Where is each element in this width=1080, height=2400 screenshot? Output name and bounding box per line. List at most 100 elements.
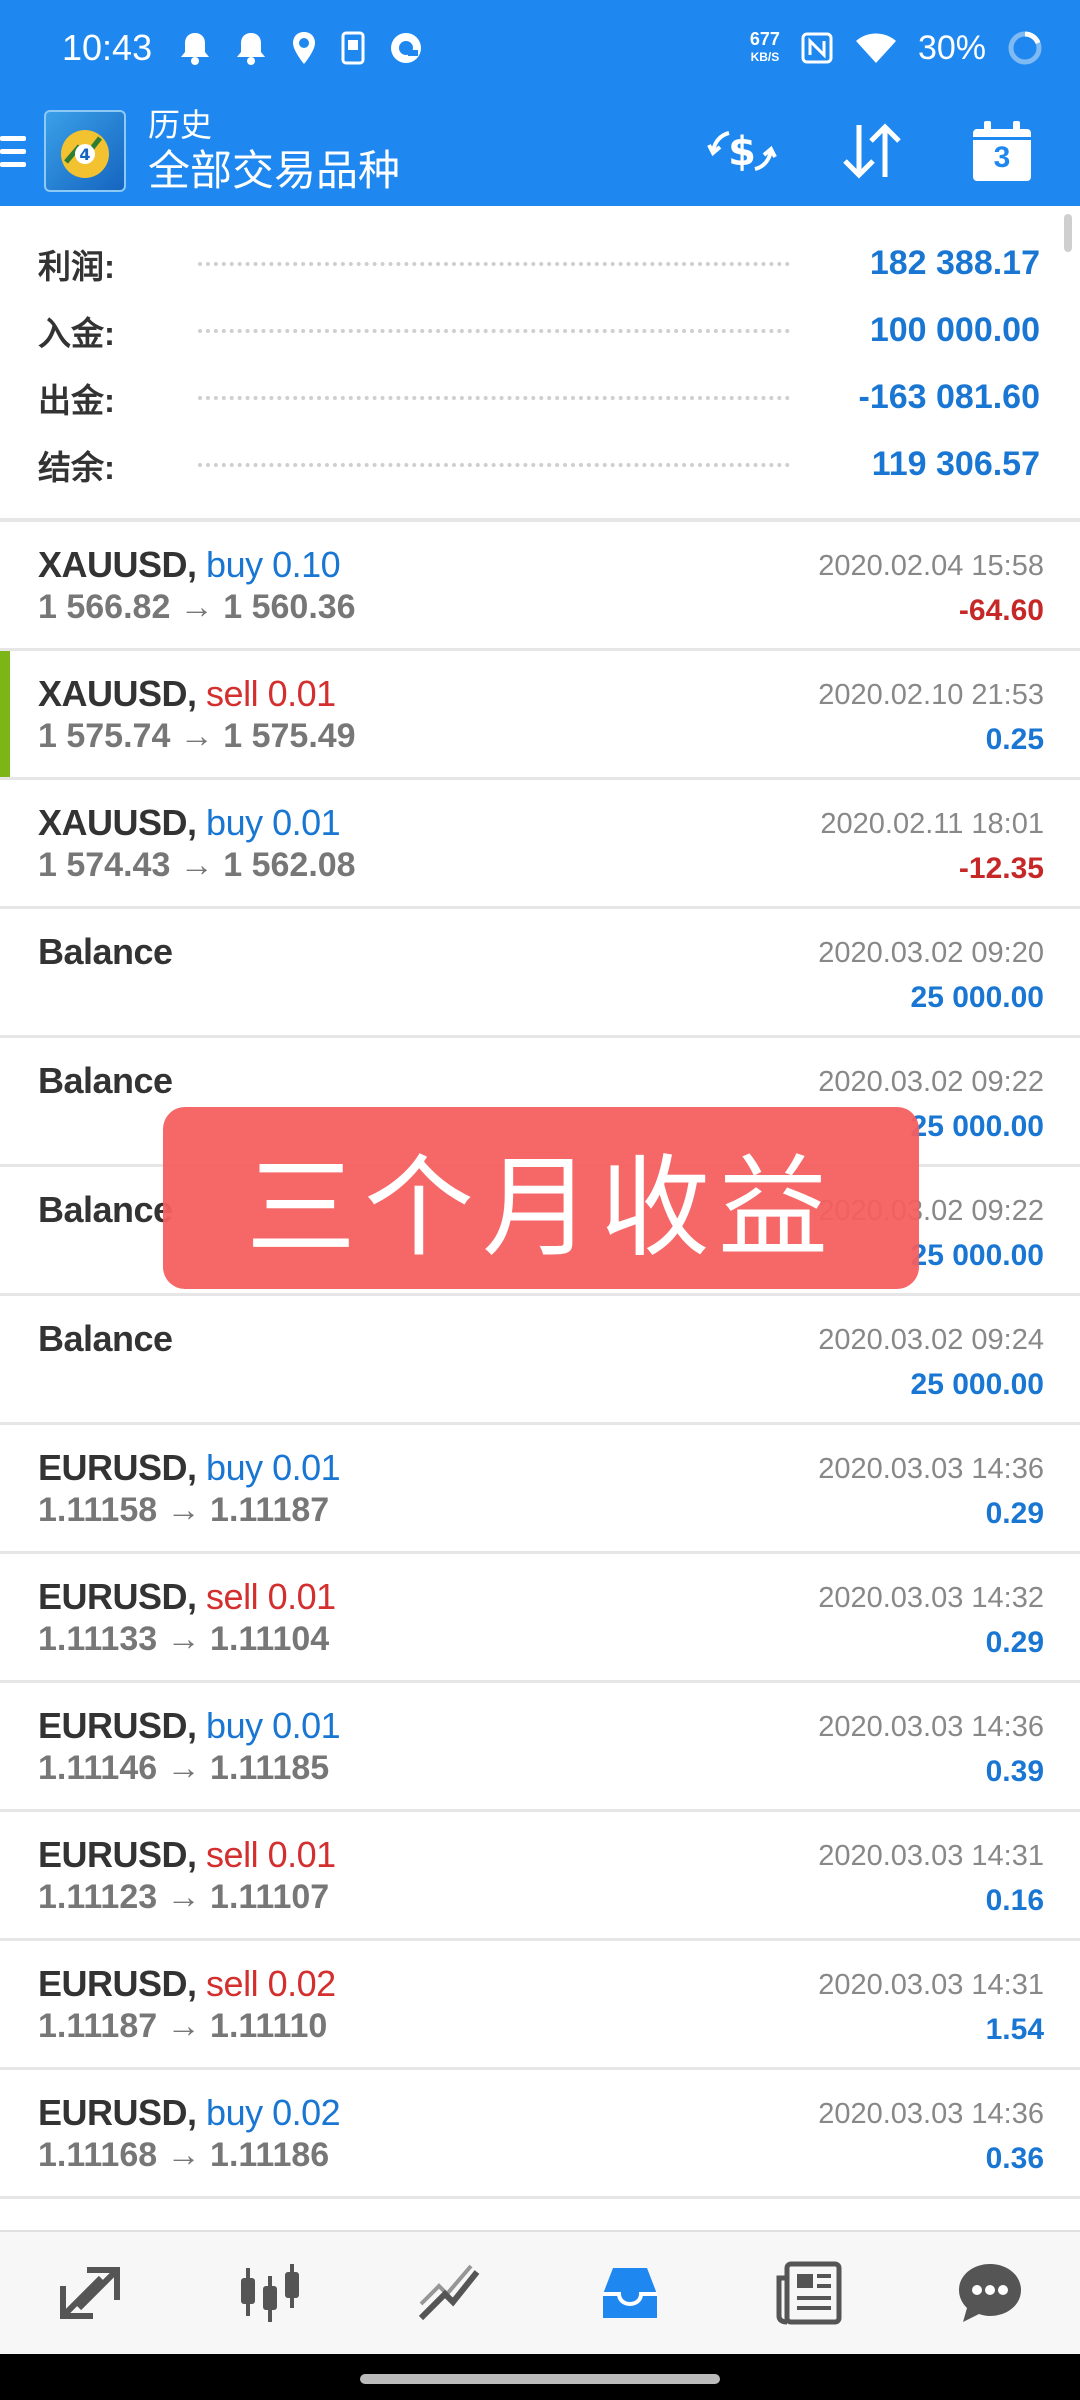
summary-row-profit: 利润: 182 388.17 <box>38 244 1040 285</box>
trade-profit: 25 000.00 <box>910 981 1044 1014</box>
nav-trade[interactable] <box>405 2248 495 2338</box>
trade-title: Balance <box>38 1189 173 1231</box>
trade-side: sell 0.01 <box>206 1834 336 1875</box>
summary-row-balance: 结余: 119 306.57 <box>38 445 1040 486</box>
trade-row[interactable]: EURUSD, buy 0.01 1.11158 → 1.11187 2020.03… <box>0 1425 1080 1554</box>
trade-title: EURUSD, sell 0.01 <box>38 1834 336 1876</box>
notification-bell-icon <box>237 33 266 65</box>
deposit-filter-button[interactable]: $ <box>702 111 782 191</box>
trade-title: Balance <box>38 931 173 973</box>
sim-icon <box>341 31 365 65</box>
trade-side: buy 0.01 <box>206 802 341 843</box>
trade-history-list: XAUUSD, buy 0.10 1 566.82 → 1 560.36 2020.… <box>0 522 1080 2199</box>
trade-row[interactable]: EURUSD, sell 0.01 1.11133 → 1.11104 2020.0… <box>0 1554 1080 1683</box>
deposit-value: 100 000.00 <box>869 311 1040 349</box>
calendar-button[interactable]: 3 <box>962 111 1042 191</box>
gesture-bar <box>0 2354 1080 2400</box>
trade-time: 2020.03.03 14:31 <box>818 1840 1044 1872</box>
overlay-banner: 三个月收益 <box>163 1107 919 1289</box>
app-logo: 4 <box>44 110 126 192</box>
nfc-icon <box>801 32 833 64</box>
trade-time: 2020.03.02 09:22 <box>818 1066 1044 1098</box>
trade-symbol: XAUUSD, <box>38 802 197 843</box>
sort-button[interactable] <box>832 111 912 191</box>
trade-title: EURUSD, sell 0.02 <box>38 1963 336 2005</box>
trade-symbol: XAUUSD, <box>38 544 197 585</box>
trade-title: EURUSD, sell 0.01 <box>38 1576 336 1618</box>
nav-history[interactable] <box>585 2248 675 2338</box>
menu-button[interactable] <box>0 96 40 206</box>
header-title[interactable]: 全部交易品种 <box>148 145 400 197</box>
trade-symbol: Balance <box>38 1189 173 1230</box>
trade-side: buy 0.02 <box>206 2092 341 2133</box>
chart-icon <box>241 2264 299 2322</box>
profit-value: 182 388.17 <box>869 244 1040 282</box>
trade-symbol: Balance <box>38 931 173 972</box>
trade-side: buy 0.01 <box>206 1447 341 1488</box>
trade-time: 2020.03.03 14:31 <box>818 1969 1044 2001</box>
history-icon <box>603 2268 657 2318</box>
trade-row[interactable]: XAUUSD, buy 0.10 1 566.82 → 1 560.36 2020.… <box>0 522 1080 651</box>
trade-row[interactable]: EURUSD, sell 0.02 1.11187 → 1.11110 2020.0… <box>0 1941 1080 2070</box>
nav-chat[interactable] <box>945 2248 1035 2338</box>
trade-profit: 0.36 <box>985 2142 1044 2175</box>
trade-side: buy 0.01 <box>206 1705 341 1746</box>
status-time: 10:43 <box>62 27 153 68</box>
trade-title: XAUUSD, sell 0.01 <box>38 673 336 715</box>
summary-row-withdrawal: 出金: -163 081.60 <box>38 378 1040 419</box>
trade-row[interactable]: Balance 2020.03.02 09:20 25 000.00 <box>0 909 1080 1038</box>
trade-profit: 25 000.00 <box>910 1368 1044 1401</box>
battery-ring-icon <box>1008 31 1042 65</box>
trade-symbol: Balance <box>38 1318 173 1359</box>
trade-prices: 1.11123 → 1.11107 <box>38 1878 330 1916</box>
trade-row[interactable]: Balance 2020.03.02 09:24 25 000.00 <box>0 1296 1080 1425</box>
trade-prices: 1.11146 → 1.11185 <box>38 1749 330 1787</box>
status-bar: 10:43 677 KB/S 30% <box>0 0 1080 96</box>
bottom-navigation <box>0 2230 1080 2354</box>
trade-title: EURUSD, buy 0.01 <box>38 1705 341 1747</box>
account-summary: 利润: 182 388.17 入金: 100 000.00 出金: -163 0… <box>0 206 1080 522</box>
trade-profit: -12.35 <box>958 852 1044 885</box>
trade-symbol: Balance <box>38 1060 173 1101</box>
trade-prices: 1.11158 → 1.11187 <box>38 1491 330 1529</box>
balance-value: 119 306.57 <box>871 445 1040 483</box>
trade-profit: 0.29 <box>985 1626 1044 1659</box>
app-notification-icon <box>391 33 422 63</box>
scrollbar[interactable] <box>1064 214 1072 252</box>
trade-row[interactable]: EURUSD, buy 0.01 1.11146 → 1.11185 2020.03… <box>0 1683 1080 1812</box>
summary-row-deposit: 入金: 100 000.00 <box>38 311 1040 352</box>
trade-prices: 1.11168 → 1.11186 <box>38 2136 330 2174</box>
notification-bell-icon <box>181 33 210 65</box>
gesture-handle[interactable] <box>360 2374 720 2384</box>
quotes-icon <box>60 2267 120 2319</box>
battery-percent: 30% <box>917 28 986 67</box>
trade-profit: 1.54 <box>985 2013 1044 2046</box>
location-icon <box>293 32 316 64</box>
trade-title: Balance <box>38 1318 173 1360</box>
trade-row[interactable]: XAUUSD, sell 0.01 1 575.74 → 1 575.49 2020… <box>0 651 1080 780</box>
trade-time: 2020.03.02 09:20 <box>818 937 1044 969</box>
calendar-day: 3 <box>993 141 1011 174</box>
trade-prices: 1.11133 → 1.11104 <box>38 1620 330 1658</box>
trade-symbol: EURUSD, <box>38 1447 197 1488</box>
trade-time: 2020.03.03 14:36 <box>818 1711 1044 1743</box>
nav-news[interactable] <box>765 2248 855 2338</box>
trade-profit: 25 000.00 <box>910 1239 1044 1272</box>
dollar-exchange-icon: $ <box>707 129 777 175</box>
trade-time: 2020.03.03 14:32 <box>818 1582 1044 1614</box>
trade-symbol: EURUSD, <box>38 1576 197 1617</box>
chat-icon <box>959 2264 1021 2322</box>
trade-prices: 1 574.43 → 1 562.08 <box>38 846 356 884</box>
trade-title: XAUUSD, buy 0.01 <box>38 802 341 844</box>
trade-row[interactable]: XAUUSD, buy 0.01 1 574.43 → 1 562.08 2020.… <box>0 780 1080 909</box>
nav-quotes[interactable] <box>45 2248 135 2338</box>
trade-row[interactable]: EURUSD, sell 0.01 1.11123 → 1.11107 2020.0… <box>0 1812 1080 1941</box>
nav-chart[interactable] <box>225 2248 315 2338</box>
trade-row[interactable]: EURUSD, buy 0.02 1.11168 → 1.11186 2020.03… <box>0 2070 1080 2199</box>
trade-profit: 25 000.00 <box>910 1110 1044 1143</box>
trade-side: sell 0.02 <box>206 1963 336 2004</box>
trade-title: EURUSD, buy 0.01 <box>38 1447 341 1489</box>
trade-symbol: EURUSD, <box>38 2092 197 2133</box>
header-subtitle: 历史 <box>148 107 213 143</box>
trade-time: 2020.02.11 18:01 <box>820 808 1044 840</box>
